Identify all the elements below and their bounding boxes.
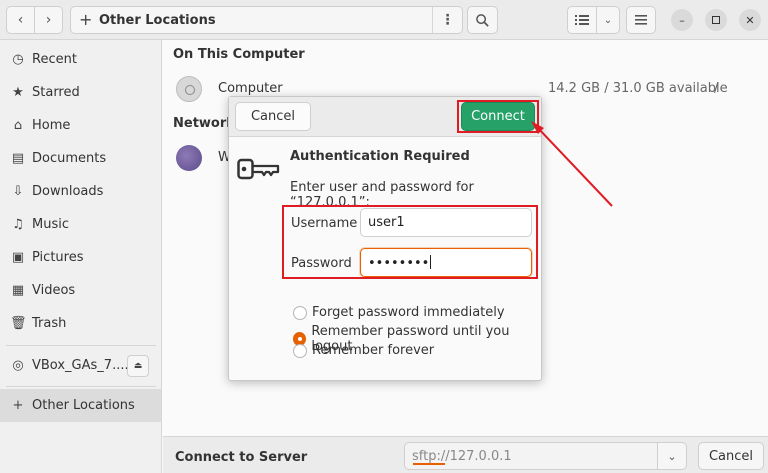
annotation-arrow-icon <box>531 121 613 207</box>
